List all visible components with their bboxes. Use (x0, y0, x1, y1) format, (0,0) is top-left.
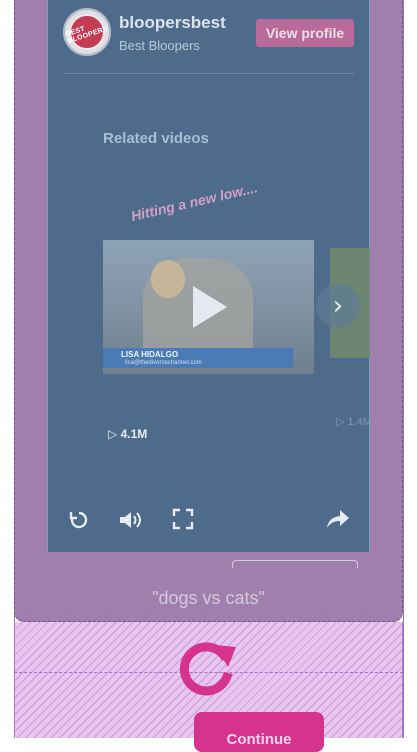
replay-svg (69, 511, 88, 529)
frame-right-border (403, 0, 404, 738)
search-query-label: "dogs vs cats" (152, 588, 265, 608)
share-svg (327, 510, 349, 528)
fullscreen-svg (172, 508, 194, 530)
views-play-icon: ▷ (108, 427, 121, 441)
avatar-logo-text: BEST BLOOPERS (65, 25, 110, 46)
refresh-svg (179, 642, 236, 696)
header-divider (63, 73, 354, 74)
video-views: ▷ 4.1M (108, 427, 147, 441)
replay-icon[interactable] (65, 508, 93, 536)
volume-svg (120, 512, 141, 528)
bottom-pill-outline (232, 560, 358, 568)
view-profile-button[interactable]: View profile (256, 19, 354, 47)
views-count-2: 1.4M (347, 416, 372, 428)
divider-dotted-upper (14, 612, 403, 613)
refresh-icon[interactable] (176, 633, 240, 697)
avatar-logo-icon: BEST BLOOPERS (65, 14, 109, 50)
continue-button[interactable]: Continue (194, 712, 324, 752)
thumbnail-head (151, 260, 185, 298)
play-icon[interactable] (193, 286, 227, 328)
next-video-views: ▷ 1.4M (336, 415, 372, 428)
lower-third-banner: LISA HIDALGO lisa@thedivorcechannel.com (103, 348, 293, 368)
related-videos-title: Related videos (103, 130, 209, 147)
views-count: 4.1M (120, 427, 148, 441)
share-icon[interactable] (324, 508, 352, 536)
channel-name[interactable]: bloopersbest (119, 13, 226, 33)
views-play-icon-2: ▷ (336, 416, 348, 428)
channel-subtitle: Best Bloopers (119, 38, 200, 53)
lower-third-url: lisa@thedivorcechannel.com (125, 360, 202, 366)
fullscreen-icon[interactable] (169, 508, 197, 536)
lower-third-name: LISA HIDALGO (121, 350, 179, 359)
next-arrow-icon[interactable]: › (316, 284, 360, 328)
volume-icon[interactable] (117, 508, 145, 536)
channel-avatar[interactable]: BEST BLOOPERS (63, 8, 111, 56)
